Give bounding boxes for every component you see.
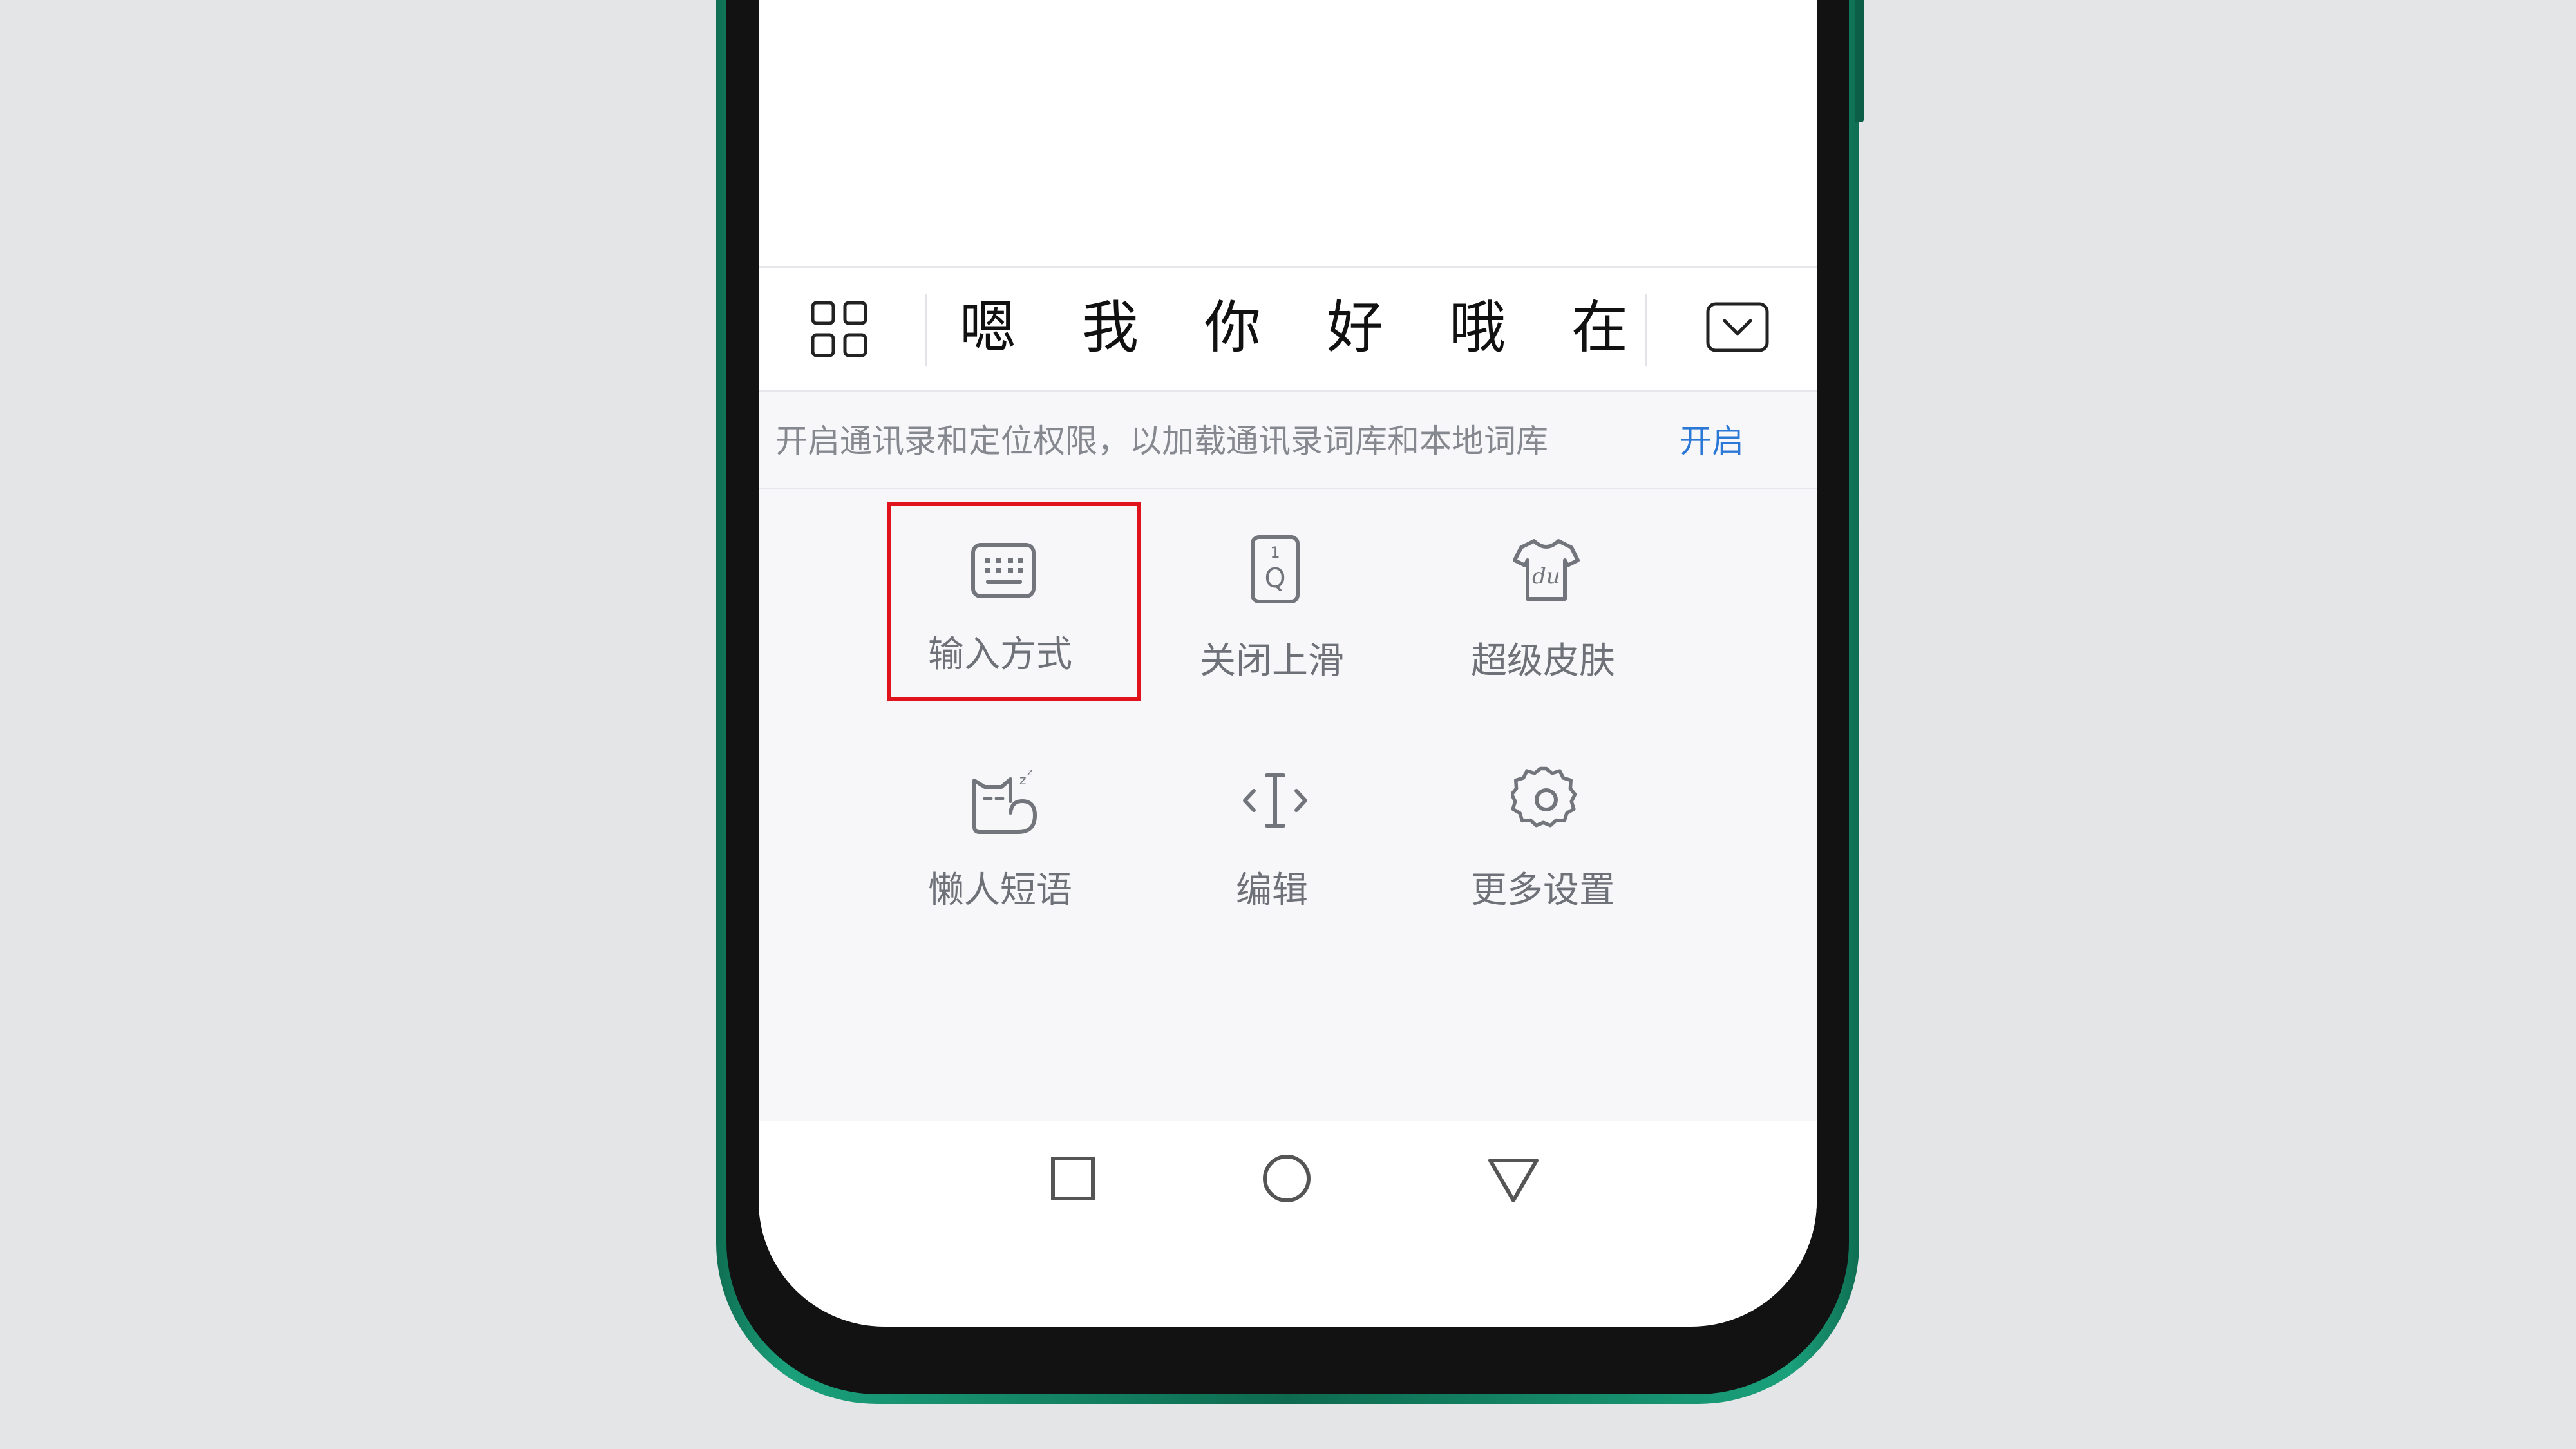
more-settings-label: 更多设置 bbox=[1471, 869, 1615, 911]
super-skin-label: 超级皮肤 bbox=[1471, 640, 1615, 682]
candidate-word[interactable]: 在 bbox=[1561, 286, 1638, 370]
edit-button[interactable]: 编辑 bbox=[1146, 739, 1397, 933]
candidate-bar: 嗯 我 你 好 哦 在 bbox=[759, 266, 1817, 392]
side-button bbox=[1855, 0, 1864, 122]
keyboard-collapse-icon[interactable] bbox=[1705, 300, 1770, 354]
candidate-word[interactable]: 好 bbox=[1316, 286, 1394, 370]
candidate-word[interactable]: 你 bbox=[1194, 286, 1271, 370]
navigation-bar bbox=[759, 1121, 1817, 1236]
candidate-word[interactable]: 哦 bbox=[1439, 286, 1516, 370]
triangle-back-icon[interactable] bbox=[1482, 1148, 1544, 1209]
candidate-word[interactable]: 我 bbox=[1072, 286, 1149, 370]
edit-label: 编辑 bbox=[1236, 869, 1308, 911]
candidate-divider-right bbox=[1645, 294, 1647, 366]
svg-text:z: z bbox=[1027, 766, 1032, 778]
svg-text:Q: Q bbox=[1264, 562, 1285, 594]
input-method-button[interactable]: 输入方式 bbox=[875, 509, 1126, 702]
disable-swipe-up-label: 关闭上滑 bbox=[1200, 640, 1344, 682]
swipe-key-icon: 1 Q bbox=[1240, 535, 1311, 605]
lazy-phrases-label: 懒人短语 bbox=[928, 869, 1072, 911]
svg-text:1: 1 bbox=[1270, 544, 1280, 562]
grid-menu-icon[interactable] bbox=[810, 300, 868, 358]
candidate-word[interactable]: 嗯 bbox=[949, 286, 1027, 370]
candidate-divider-left bbox=[925, 294, 927, 366]
permission-notice-text: 开启通讯录和定位权限，以加载通讯录词库和本地词库 bbox=[775, 422, 1548, 460]
keyboard-icon bbox=[968, 535, 1039, 605]
lazy-phrases-button[interactable]: z z 懒人短语 bbox=[875, 739, 1126, 933]
circle-icon[interactable] bbox=[1256, 1148, 1318, 1209]
square-icon[interactable] bbox=[1042, 1148, 1104, 1209]
enable-permission-link[interactable]: 开启 bbox=[1680, 419, 1744, 464]
more-settings-button[interactable]: 更多设置 bbox=[1417, 739, 1669, 933]
super-skin-button[interactable]: du 超级皮肤 bbox=[1417, 509, 1669, 702]
svg-text:du: du bbox=[1532, 564, 1560, 589]
phone-screen: 嗯 我 你 好 哦 在 开启通讯录和定位权限，以加载通讯录词库和本地词库 开启 bbox=[759, 0, 1817, 1327]
gear-icon bbox=[1510, 765, 1582, 836]
sleepy-cat-icon: z z bbox=[968, 765, 1039, 836]
input-method-label: 输入方式 bbox=[928, 634, 1072, 676]
function-panel: 开启通讯录和定位权限，以加载通讯录词库和本地词库 开启 输入方式 1 Q 关闭上… bbox=[759, 392, 1817, 1121]
permission-notice: 开启通讯录和定位权限，以加载通讯录词库和本地词库 开启 bbox=[759, 392, 1817, 489]
text-cursor-icon bbox=[1240, 765, 1311, 836]
disable-swipe-up-button[interactable]: 1 Q 关闭上滑 bbox=[1146, 509, 1397, 702]
tshirt-skin-icon: du bbox=[1511, 535, 1582, 605]
svg-text:z: z bbox=[1019, 772, 1027, 788]
